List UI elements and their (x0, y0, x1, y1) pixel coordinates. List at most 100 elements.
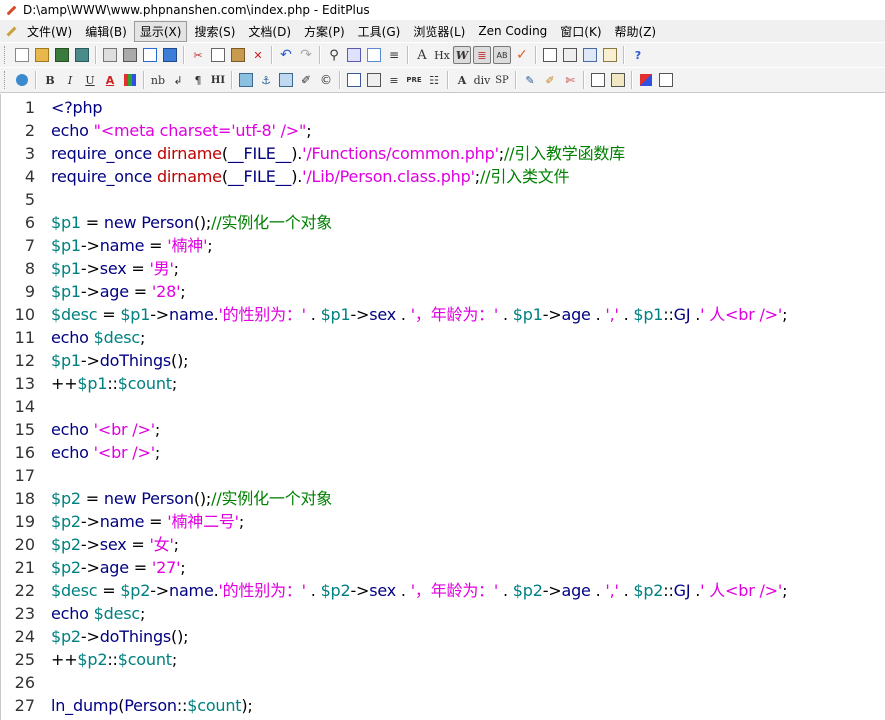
code-line[interactable]: 10 $desc = $p1->name.'的性别为：' . $p1->sex .… (1, 303, 885, 326)
save-icon[interactable] (53, 46, 71, 64)
line-number-icon[interactable]: ≣ (473, 46, 491, 64)
color-picker-icon[interactable] (637, 71, 655, 89)
spell-check-icon[interactable] (141, 46, 159, 64)
hx-icon[interactable]: Hx (433, 46, 451, 64)
code-line[interactable]: 19 $p2->name = '楠神二号'; (1, 510, 885, 533)
code-line[interactable]: 6 $p1 = new Person();//实例化一个对象 (1, 211, 885, 234)
span-button[interactable]: SP (493, 71, 511, 89)
edit-tag-icon[interactable]: ✎ (521, 71, 539, 89)
style-icon[interactable]: A (453, 71, 471, 89)
menu-project[interactable]: 方案(P) (298, 21, 351, 42)
scissors-color-icon[interactable]: ✄ (561, 71, 579, 89)
code-line[interactable]: 16 echo '<br />'; (1, 441, 885, 464)
link-icon[interactable] (277, 71, 295, 89)
code-line[interactable]: 15 echo '<br />'; (1, 418, 885, 441)
menu-tools[interactable]: 工具(G) (352, 21, 407, 42)
context-help-icon[interactable]: ? (629, 46, 647, 64)
code-line[interactable]: 1 <?php (1, 96, 885, 119)
menu-edit[interactable]: 编辑(B) (79, 21, 133, 42)
cut-icon[interactable]: ✂ (189, 46, 207, 64)
open-folder-icon[interactable] (33, 46, 51, 64)
anchor-icon[interactable]: ⚓ (257, 71, 275, 89)
copy-icon[interactable] (209, 46, 227, 64)
replace-icon[interactable] (345, 46, 363, 64)
italic-button[interactable]: I (61, 71, 79, 89)
menu-help[interactable]: 帮助(Z) (609, 21, 663, 42)
toolbar-grip[interactable] (4, 71, 8, 89)
menu-view[interactable]: 显示(X) (133, 20, 188, 42)
print-preview-icon[interactable] (101, 46, 119, 64)
bold-button[interactable]: B (41, 71, 59, 89)
window-icon[interactable] (657, 71, 675, 89)
code-line[interactable]: 5 (1, 188, 885, 211)
code-editor[interactable]: 1 <?php 2 echo "<meta charset='utf-8' />"; 3… (0, 94, 885, 720)
code-line[interactable]: 11 echo $desc; (1, 326, 885, 349)
code-line[interactable]: 17 (1, 464, 885, 487)
check-icon[interactable]: ✓ (513, 46, 531, 64)
delete-icon[interactable]: ✕ (249, 46, 267, 64)
menu-document[interactable]: 文档(D) (242, 21, 297, 42)
menu-file[interactable]: 文件(W) (21, 21, 78, 42)
code-line[interactable]: 12 $p1->doThings(); (1, 349, 885, 372)
code-line[interactable]: 18 $p2 = new Person();//实例化一个对象 (1, 487, 885, 510)
menu-search[interactable]: 搜索(S) (188, 21, 241, 42)
line-break-icon[interactable]: ↲ (169, 71, 187, 89)
code-line[interactable]: 7 $p1->name = '楠神'; (1, 234, 885, 257)
print-icon[interactable] (121, 46, 139, 64)
image-icon[interactable] (237, 71, 255, 89)
code-line[interactable]: 13 ++$p1::$count; (1, 372, 885, 395)
code-line[interactable]: 25 ++$p2::$count; (1, 648, 885, 671)
center-align-icon[interactable]: ≡ (385, 71, 403, 89)
toolbar-grip[interactable] (4, 46, 8, 64)
window-tile-icon[interactable] (541, 46, 559, 64)
indent-icon[interactable]: ≡ (385, 46, 403, 64)
code-line[interactable]: 9 $p1->age = '28'; (1, 280, 885, 303)
menu-window[interactable]: 窗口(K) (554, 21, 607, 42)
code-line[interactable]: 8 $p1->sex = '男'; (1, 257, 885, 280)
output-window-icon[interactable] (581, 46, 599, 64)
code-line[interactable]: 22 $desc = $p2->name.'的性别为：' . $p2->sex .… (1, 579, 885, 602)
comment-icon[interactable]: ✐ (297, 71, 315, 89)
window-cascade-icon[interactable] (561, 46, 579, 64)
heading-button[interactable]: HI (209, 71, 227, 89)
pre-button[interactable]: PRE (405, 71, 423, 89)
code-line[interactable]: 14 (1, 395, 885, 418)
paste-icon[interactable] (229, 46, 247, 64)
div-button[interactable]: div (473, 71, 491, 89)
code-line[interactable]: 27 ln_dump(Person::$count); (1, 694, 885, 717)
font-color-button[interactable]: A (101, 71, 119, 89)
brush-icon[interactable]: ✐ (541, 71, 559, 89)
code-line[interactable]: 3 require_once dirname(__FILE__).'/Functi… (1, 142, 885, 165)
globe-icon[interactable] (13, 71, 31, 89)
form-icon[interactable] (365, 71, 383, 89)
ruler-icon[interactable]: AB (493, 46, 511, 64)
code-line[interactable]: 20 $p2->sex = '女'; (1, 533, 885, 556)
copyright-icon[interactable]: © (317, 71, 335, 89)
menu-browser[interactable]: 浏览器(L) (407, 21, 471, 42)
undo-icon[interactable]: ↶ (277, 46, 295, 64)
nbsp-button[interactable]: nb (149, 71, 167, 89)
menu-zen-coding[interactable]: Zen Coding (472, 22, 553, 40)
code-line[interactable]: 24 $p2->doThings(); (1, 625, 885, 648)
find-icon[interactable]: ⚲ (325, 46, 343, 64)
word-wrap-icon[interactable]: W (453, 46, 471, 64)
code-line[interactable]: 4 require_once dirname(__FILE__).'/Lib/Pe… (1, 165, 885, 188)
goto-icon[interactable] (365, 46, 383, 64)
directory-window-icon[interactable] (601, 46, 619, 64)
color-grid-icon[interactable] (121, 71, 139, 89)
code-line[interactable]: 2 echo "<meta charset='utf-8' />"; (1, 119, 885, 142)
browser-preview-icon[interactable] (161, 46, 179, 64)
code-line[interactable]: 21 $p2->age = '27'; (1, 556, 885, 579)
new-file-icon[interactable] (13, 46, 31, 64)
font-icon[interactable]: A (413, 46, 431, 64)
dialog-icon[interactable] (609, 71, 627, 89)
underline-button[interactable]: U (81, 71, 99, 89)
redo-icon[interactable]: ↷ (297, 46, 315, 64)
list-icon[interactable]: ☷ (425, 71, 443, 89)
code-line[interactable]: 26 (1, 671, 885, 694)
save-all-icon[interactable] (73, 46, 91, 64)
table-icon[interactable] (345, 71, 363, 89)
paragraph-button[interactable]: ¶ (189, 71, 207, 89)
code-line[interactable]: 23 echo $desc; (1, 602, 885, 625)
panel-icon[interactable] (589, 71, 607, 89)
